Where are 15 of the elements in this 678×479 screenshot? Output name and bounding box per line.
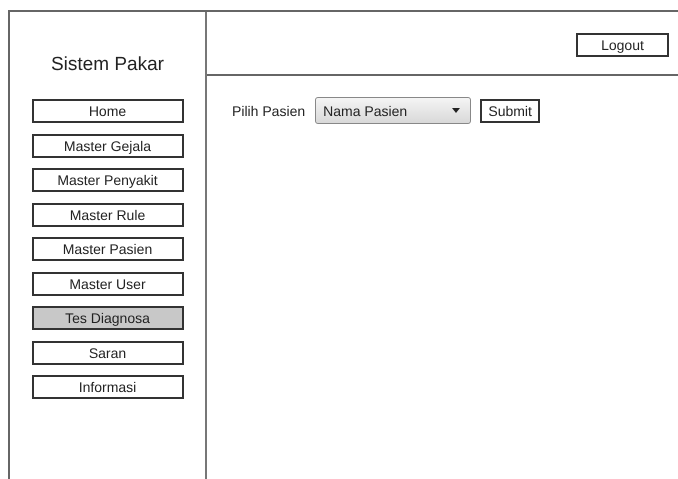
nav-button[interactable]: Informasi [32, 375, 184, 399]
nav-button[interactable]: Master Gejala [32, 134, 184, 158]
caret-icon [452, 108, 460, 113]
field-label: Pilih Pasien [232, 102, 306, 118]
nav-button[interactable]: Home [32, 99, 184, 123]
logout-button[interactable]: Logout [576, 33, 669, 57]
nav-button[interactable]: Master Pasien [32, 237, 184, 261]
app-title: Sistem Pakar [51, 53, 164, 77]
nav-button[interactable]: Master Rule [32, 202, 184, 226]
nav-button[interactable]: Tes Diagnosa [32, 306, 184, 330]
nav-button[interactable]: Saran [32, 340, 184, 364]
nav-button[interactable]: Master User [32, 272, 184, 296]
patient-dropdown[interactable]: Nama Pasien [315, 97, 472, 124]
submit-button[interactable]: Submit [480, 98, 540, 122]
nav-button[interactable]: Master Penyakit [32, 168, 184, 192]
